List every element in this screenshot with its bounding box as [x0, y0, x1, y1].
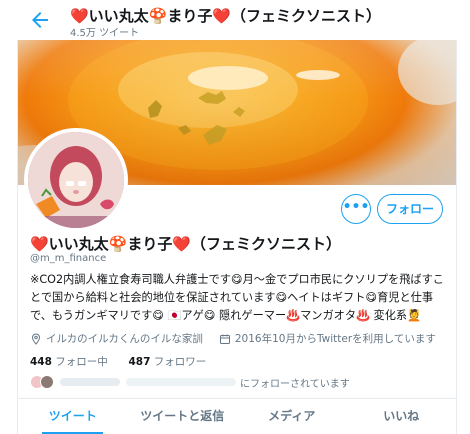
profile-bio: ※CO2内調人権立食寿司職人弁護士です😋月〜金でプロ市民にクソリプを飛ばすことで… [30, 273, 444, 322]
follow-button[interactable]: フォロー [377, 194, 443, 224]
tab-likes[interactable]: いいね [347, 399, 457, 434]
followed-by-text: にフォローされています [240, 378, 350, 390]
calendar-icon [219, 334, 230, 344]
profile-meta: イルカのイルカくんのイルな家訓 2016年10月からTwitterを利用していま… [30, 331, 436, 346]
tweet-count: 4.5万 ツイート [70, 28, 140, 39]
followed-by-row[interactable]: にフォローされています [30, 373, 350, 391]
right-border [456, 0, 457, 434]
back-arrow-icon[interactable] [28, 8, 52, 32]
followers-link[interactable]: 487 フォロワー [128, 356, 206, 368]
tab-tweets-and-replies[interactable]: ツイートと返信 [128, 399, 238, 434]
followers-count: 487 [128, 356, 151, 368]
profile-tabs: ツイート ツイートと返信 メディア いいね [18, 398, 456, 434]
following-link[interactable]: 448 フォロー中 [30, 356, 111, 368]
location-pin-icon [31, 332, 41, 345]
header-title: ❤️いい丸太🍄まり子❤️（フェミクソニスト） [70, 7, 382, 25]
following-label: フォロー中 [55, 356, 108, 368]
profile-name: ❤️いい丸太🍄まり子❤️（フェミクソニスト） [30, 235, 342, 253]
follow-stats: 448 フォロー中 487 フォロワー [30, 354, 206, 369]
follower-avatar [40, 375, 54, 389]
profile-avatar[interactable] [24, 128, 128, 232]
more-options-button[interactable]: ••• [341, 194, 371, 224]
redacted-follower-names [60, 378, 120, 386]
tab-media[interactable]: メディア [237, 399, 347, 434]
avatar-image [28, 132, 124, 228]
profile-joined-date: 2016年10月からTwitterを利用しています [234, 333, 436, 345]
profile-location: イルカのイルカくんのイルな家訓 [46, 333, 203, 345]
tab-tweets[interactable]: ツイート [18, 399, 128, 434]
following-count: 448 [30, 356, 52, 368]
profile-header-bar: ❤️いい丸太🍄まり子❤️（フェミクソニスト） 4.5万 ツイート [0, 0, 470, 40]
followers-label: フォロワー [153, 356, 207, 368]
profile-handle: @m_m_finance [30, 253, 107, 264]
redacted-follower-names [126, 378, 236, 386]
